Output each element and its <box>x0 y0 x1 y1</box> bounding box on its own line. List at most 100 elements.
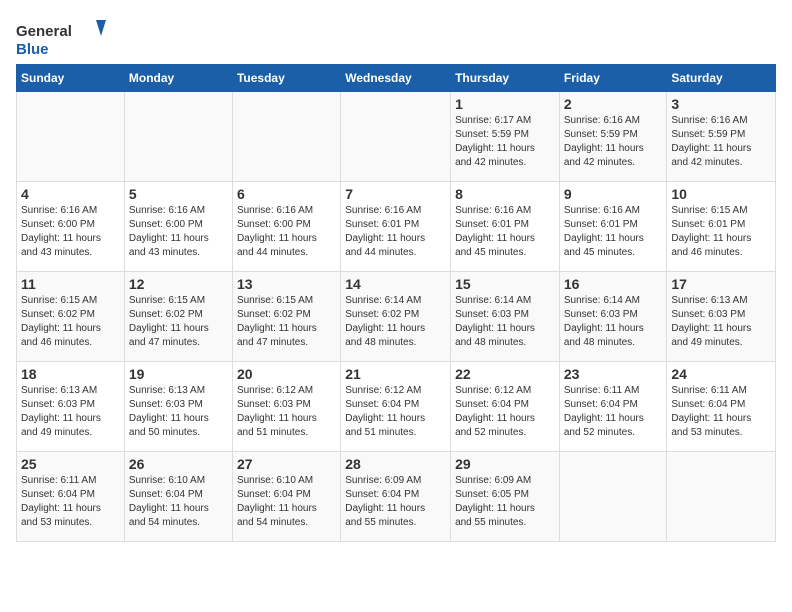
day-number: 19 <box>129 366 228 382</box>
day-info: Sunrise: 6:09 AMSunset: 6:05 PMDaylight:… <box>455 474 555 530</box>
day-info: Sunrise: 6:17 AMSunset: 5:59 PMDaylight:… <box>455 114 555 170</box>
day-info: Sunrise: 6:13 AMSunset: 6:03 PMDaylight:… <box>671 294 771 350</box>
calendar-cell: 25 Sunrise: 6:11 AMSunset: 6:04 PMDayligh… <box>17 452 125 542</box>
day-number: 23 <box>564 366 663 382</box>
day-number: 26 <box>129 456 228 472</box>
day-info: Sunrise: 6:16 AMSunset: 6:01 PMDaylight:… <box>455 204 555 260</box>
day-info: Sunrise: 6:11 AMSunset: 6:04 PMDaylight:… <box>21 474 120 530</box>
day-info: Sunrise: 6:14 AMSunset: 6:02 PMDaylight:… <box>345 294 446 350</box>
day-info: Sunrise: 6:16 AMSunset: 5:59 PMDaylight:… <box>564 114 663 170</box>
day-info: Sunrise: 6:11 AMSunset: 6:04 PMDaylight:… <box>671 384 771 440</box>
day-number: 24 <box>671 366 771 382</box>
weekday-header: Thursday <box>451 65 560 92</box>
calendar-cell: 23 Sunrise: 6:11 AMSunset: 6:04 PMDayligh… <box>559 362 667 452</box>
calendar-cell <box>559 452 667 542</box>
day-number: 16 <box>564 276 663 292</box>
weekday-header: Friday <box>559 65 667 92</box>
day-info: Sunrise: 6:14 AMSunset: 6:03 PMDaylight:… <box>564 294 663 350</box>
calendar-cell: 6Sunrise: 6:16 AMSunset: 6:00 PMDaylight… <box>232 182 340 272</box>
calendar-cell <box>17 92 125 182</box>
day-number: 9 <box>564 186 663 202</box>
day-number: 4 <box>21 186 120 202</box>
calendar-cell: 8 Sunrise: 6:16 AMSunset: 6:01 PMDaylight… <box>451 182 560 272</box>
day-info: Sunrise: 6:15 AMSunset: 6:01 PMDaylight:… <box>671 204 771 260</box>
calendar-cell: 17 Sunrise: 6:13 AMSunset: 6:03 PMDayligh… <box>667 272 776 362</box>
svg-text:Blue: Blue <box>16 41 49 58</box>
day-info: Sunrise: 6:15 AMSunset: 6:02 PMDaylight:… <box>129 294 228 350</box>
day-info: Sunrise: 6:10 AMSunset: 6:04 PMDaylight:… <box>129 474 228 530</box>
day-number: 10 <box>671 186 771 202</box>
day-info: Sunrise: 6:16 AMSunset: 5:59 PMDaylight:… <box>671 114 771 170</box>
calendar-cell: 14 Sunrise: 6:14 AMSunset: 6:02 PMDayligh… <box>341 272 451 362</box>
day-number: 13 <box>237 276 336 292</box>
day-info: Sunrise: 6:16 AMSunset: 6:01 PMDaylight:… <box>564 204 663 260</box>
calendar-cell: 28 Sunrise: 6:09 AMSunset: 6:04 PMDayligh… <box>341 452 451 542</box>
calendar-week-row: 4 Sunrise: 6:16 AMSunset: 6:00 PMDaylight… <box>17 182 776 272</box>
calendar-cell: 3Sunrise: 6:16 AMSunset: 5:59 PMDaylight… <box>667 92 776 182</box>
day-info: Sunrise: 6:14 AMSunset: 6:03 PMDaylight:… <box>455 294 555 350</box>
day-info: Sunrise: 6:16 AMSunset: 6:00 PMDaylight:… <box>237 204 336 260</box>
day-number: 20 <box>237 366 336 382</box>
weekday-header: Saturday <box>667 65 776 92</box>
calendar-cell: 27 Sunrise: 6:10 AMSunset: 6:04 PMDayligh… <box>232 452 340 542</box>
day-info: Sunrise: 6:11 AMSunset: 6:04 PMDaylight:… <box>564 384 663 440</box>
day-info: Sunrise: 6:16 AMSunset: 6:00 PMDaylight:… <box>129 204 228 260</box>
day-number: 18 <box>21 366 120 382</box>
calendar-cell: 29Sunrise: 6:09 AMSunset: 6:05 PMDayligh… <box>451 452 560 542</box>
calendar-cell: 13 Sunrise: 6:15 AMSunset: 6:02 PMDayligh… <box>232 272 340 362</box>
general-blue-logo: General Blue <box>16 16 106 60</box>
day-number: 17 <box>671 276 771 292</box>
calendar-cell: 19 Sunrise: 6:13 AMSunset: 6:03 PMDayligh… <box>124 362 232 452</box>
calendar-cell: 4 Sunrise: 6:16 AMSunset: 6:00 PMDaylight… <box>17 182 125 272</box>
day-info: Sunrise: 6:15 AMSunset: 6:02 PMDaylight:… <box>21 294 120 350</box>
logo: General Blue <box>16 16 106 60</box>
day-number: 1 <box>455 96 555 112</box>
day-number: 7 <box>345 186 446 202</box>
calendar-cell: 18 Sunrise: 6:13 AMSunset: 6:03 PMDayligh… <box>17 362 125 452</box>
day-info: Sunrise: 6:12 AMSunset: 6:04 PMDaylight:… <box>345 384 446 440</box>
day-number: 28 <box>345 456 446 472</box>
calendar-week-row: 18 Sunrise: 6:13 AMSunset: 6:03 PMDayligh… <box>17 362 776 452</box>
day-info: Sunrise: 6:13 AMSunset: 6:03 PMDaylight:… <box>129 384 228 440</box>
day-info: Sunrise: 6:15 AMSunset: 6:02 PMDaylight:… <box>237 294 336 350</box>
calendar-cell: 20 Sunrise: 6:12 AMSunset: 6:03 PMDayligh… <box>232 362 340 452</box>
day-number: 15 <box>455 276 555 292</box>
day-number: 8 <box>455 186 555 202</box>
calendar-cell <box>124 92 232 182</box>
calendar-week-row: 1 Sunrise: 6:17 AMSunset: 5:59 PMDaylight… <box>17 92 776 182</box>
day-info: Sunrise: 6:12 AMSunset: 6:03 PMDaylight:… <box>237 384 336 440</box>
weekday-header: Wednesday <box>341 65 451 92</box>
calendar-cell: 7 Sunrise: 6:16 AMSunset: 6:01 PMDaylight… <box>341 182 451 272</box>
weekday-header-row: SundayMondayTuesdayWednesdayThursdayFrid… <box>17 65 776 92</box>
calendar-week-row: 11 Sunrise: 6:15 AMSunset: 6:02 PMDayligh… <box>17 272 776 362</box>
calendar-table: SundayMondayTuesdayWednesdayThursdayFrid… <box>16 64 776 542</box>
day-number: 21 <box>345 366 446 382</box>
calendar-cell <box>667 452 776 542</box>
calendar-cell: 10 Sunrise: 6:15 AMSunset: 6:01 PMDayligh… <box>667 182 776 272</box>
calendar-cell: 2 Sunrise: 6:16 AMSunset: 5:59 PMDaylight… <box>559 92 667 182</box>
calendar-cell: 22 Sunrise: 6:12 AMSunset: 6:04 PMDayligh… <box>451 362 560 452</box>
calendar-cell: 5Sunrise: 6:16 AMSunset: 6:00 PMDaylight… <box>124 182 232 272</box>
calendar-cell <box>232 92 340 182</box>
day-number: 27 <box>237 456 336 472</box>
calendar-cell: 9 Sunrise: 6:16 AMSunset: 6:01 PMDaylight… <box>559 182 667 272</box>
day-number: 22 <box>455 366 555 382</box>
calendar-cell: 12Sunrise: 6:15 AMSunset: 6:02 PMDayligh… <box>124 272 232 362</box>
day-info: Sunrise: 6:16 AMSunset: 6:01 PMDaylight:… <box>345 204 446 260</box>
day-info: Sunrise: 6:12 AMSunset: 6:04 PMDaylight:… <box>455 384 555 440</box>
calendar-cell: 15 Sunrise: 6:14 AMSunset: 6:03 PMDayligh… <box>451 272 560 362</box>
calendar-cell: 21 Sunrise: 6:12 AMSunset: 6:04 PMDayligh… <box>341 362 451 452</box>
day-info: Sunrise: 6:10 AMSunset: 6:04 PMDaylight:… <box>237 474 336 530</box>
calendar-cell: 1 Sunrise: 6:17 AMSunset: 5:59 PMDaylight… <box>451 92 560 182</box>
day-info: Sunrise: 6:16 AMSunset: 6:00 PMDaylight:… <box>21 204 120 260</box>
page-header: General Blue <box>16 16 776 60</box>
calendar-cell: 24 Sunrise: 6:11 AMSunset: 6:04 PMDayligh… <box>667 362 776 452</box>
svg-text:General: General <box>16 23 72 40</box>
day-number: 11 <box>21 276 120 292</box>
day-info: Sunrise: 6:13 AMSunset: 6:03 PMDaylight:… <box>21 384 120 440</box>
day-number: 25 <box>21 456 120 472</box>
day-number: 14 <box>345 276 446 292</box>
day-info: Sunrise: 6:09 AMSunset: 6:04 PMDaylight:… <box>345 474 446 530</box>
weekday-header: Sunday <box>17 65 125 92</box>
day-number: 2 <box>564 96 663 112</box>
